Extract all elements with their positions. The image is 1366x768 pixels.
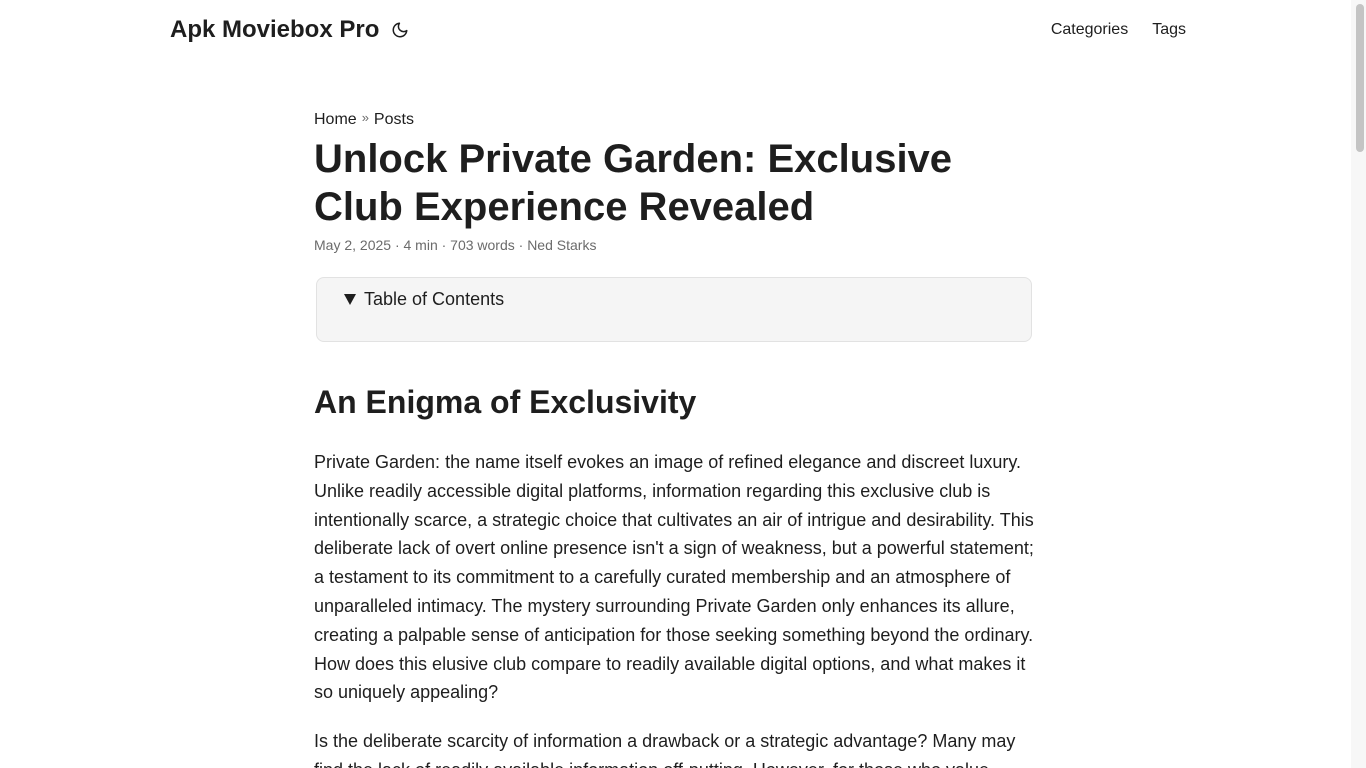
paragraph: Is the deliberate scarcity of informatio… [314,731,1016,768]
post-title: Unlock Private Garden: Exclusive Club Ex… [314,137,953,229]
moon-icon[interactable] [391,21,409,39]
page-scrollbar[interactable] [1351,0,1366,768]
toc-toggle[interactable]: Table of Contents [343,289,1005,310]
site-header: Apk Moviebox Pro Categories Tags [170,0,1186,60]
menu-item-tags[interactable]: Tags [1152,21,1186,39]
section-heading: An Enigma of Exclusivity [314,384,697,420]
site-logo[interactable]: Apk Moviebox Pro [170,16,379,44]
table-of-contents: Table of Contents [316,277,1032,342]
toc-label: Table of Contents [364,289,505,309]
breadcrumb-home[interactable]: Home [314,111,357,129]
page: Apk Moviebox Pro Categories Tags Home » … [0,0,1366,768]
breadcrumb-separator: » [361,109,369,125]
logo-wrap: Apk Moviebox Pro [170,16,409,44]
menu-item-categories[interactable]: Categories [1051,21,1128,39]
caret-down-icon [344,294,356,305]
paragraph: Private Garden: the name itself evokes a… [314,452,1034,703]
breadcrumb-posts[interactable]: Posts [374,111,414,129]
top-menu: Categories Tags [1051,21,1186,39]
breadcrumb: Home » Posts [314,108,1036,132]
scrollbar-thumb[interactable] [1356,4,1364,152]
post-main: Home » Posts Unlock Private Garden: Excl… [314,108,1036,768]
post-meta: May 2, 2025 · 4 min · 703 words · Ned St… [314,237,597,253]
